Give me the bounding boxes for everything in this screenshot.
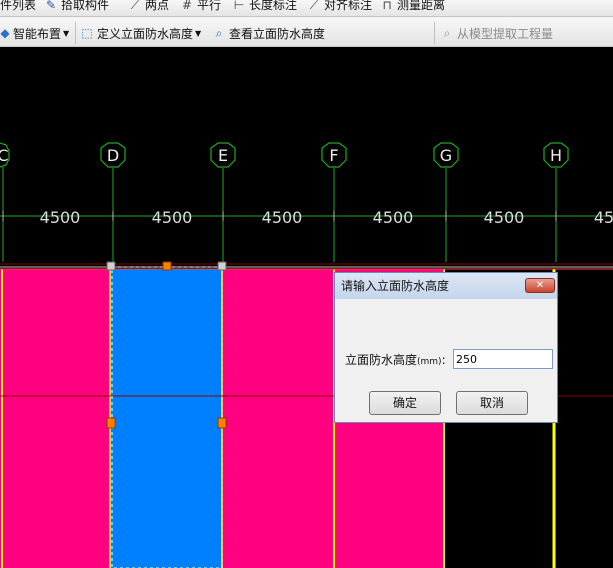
axis-bubbles [0, 142, 569, 168]
axis-label-c: C [0, 146, 9, 165]
two-point-button[interactable]: ⟋ 两点 [128, 0, 169, 13]
dimension-label: 4500 [40, 208, 81, 227]
grip-handle[interactable] [217, 261, 227, 271]
grip-handle[interactable] [162, 261, 172, 271]
pick-component-button[interactable]: ✎ 拾取构件 [44, 0, 109, 13]
dialog-title: 请输入立面防水高度 [335, 273, 557, 299]
measure-icon: ⊓ [382, 0, 392, 12]
selected-blue-region[interactable] [110, 269, 222, 568]
dimension-label: 45 [594, 208, 613, 227]
length-dim-icon: ⊢ [233, 0, 245, 12]
component-list-button[interactable]: 件列表 [0, 0, 36, 13]
axis-label-h: H [550, 146, 562, 165]
height-label: 立面防水高度(mm): [345, 353, 446, 367]
dimension-label: 4500 [484, 208, 525, 227]
pink-region[interactable] [0, 269, 110, 568]
smart-layout-icon: ◆ [0, 26, 10, 40]
axis-label-e: E [218, 146, 228, 165]
aligned-dim-button[interactable]: ⟋ 对齐标注 [307, 0, 372, 13]
dimension-label: 4500 [152, 208, 193, 227]
close-icon[interactable]: ✕ [525, 278, 555, 293]
measure-distance-button[interactable]: ⊓ 测量距离 [380, 0, 445, 13]
grip-handle[interactable] [106, 261, 116, 271]
chevron-down-icon: ▼ [195, 28, 202, 38]
axis-label-g: G [440, 146, 452, 165]
chevron-down-icon: ▼ [63, 28, 70, 38]
grip-handle[interactable] [106, 417, 116, 429]
view-height-icon: ⌕ [215, 26, 223, 40]
toolbar-separator [75, 22, 76, 44]
parallel-button[interactable]: # 平行 [180, 0, 221, 13]
aligned-dim-icon: ⟋ [309, 0, 319, 12]
extract-quantity-button[interactable]: ⌕ 从模型提取工程量 [440, 24, 553, 42]
height-input-dialog: 请输入立面防水高度 ✕ 立面防水高度(mm): 确定 取消 [334, 272, 558, 423]
main-toolbar: ◆ 智能布置 ▼ ⬚ 定义立面防水高度 ▼ ⌕ 查看立面防水高度 ⌕ 从模型提取工程量 [0, 17, 613, 47]
toolbar-separator [434, 22, 435, 44]
parallel-icon: # [181, 0, 193, 12]
define-height-button[interactable]: ⬚ 定义立面防水高度 ▼ [80, 24, 201, 42]
grip-handle[interactable] [217, 417, 227, 429]
top-toolbar: 件列表 ✎ 拾取构件 ⟋ 两点 # 平行 ⊢ 长度标注 ⟋ 对齐标注 ⊓ 测量距离 [0, 0, 613, 17]
extract-icon: ⌕ [443, 26, 451, 40]
ok-button[interactable]: 确定 [369, 391, 441, 415]
define-height-icon: ⬚ [81, 26, 93, 40]
dimension-label: 4500 [262, 208, 303, 227]
pencil-icon: ✎ [45, 0, 57, 12]
two-point-icon: ⟋ [130, 0, 140, 12]
axis-label-f: F [329, 146, 338, 165]
cancel-button[interactable]: 取消 [456, 391, 528, 415]
height-input[interactable] [453, 349, 553, 369]
smart-layout-button[interactable]: ◆ 智能布置 ▼ [0, 24, 69, 42]
view-height-button[interactable]: ⌕ 查看立面防水高度 [212, 24, 325, 42]
pink-region[interactable] [222, 269, 334, 568]
length-dim-button[interactable]: ⊢ 长度标注 [232, 0, 297, 13]
axis-label-d: D [107, 146, 119, 165]
dimension-label: 4500 [373, 208, 414, 227]
